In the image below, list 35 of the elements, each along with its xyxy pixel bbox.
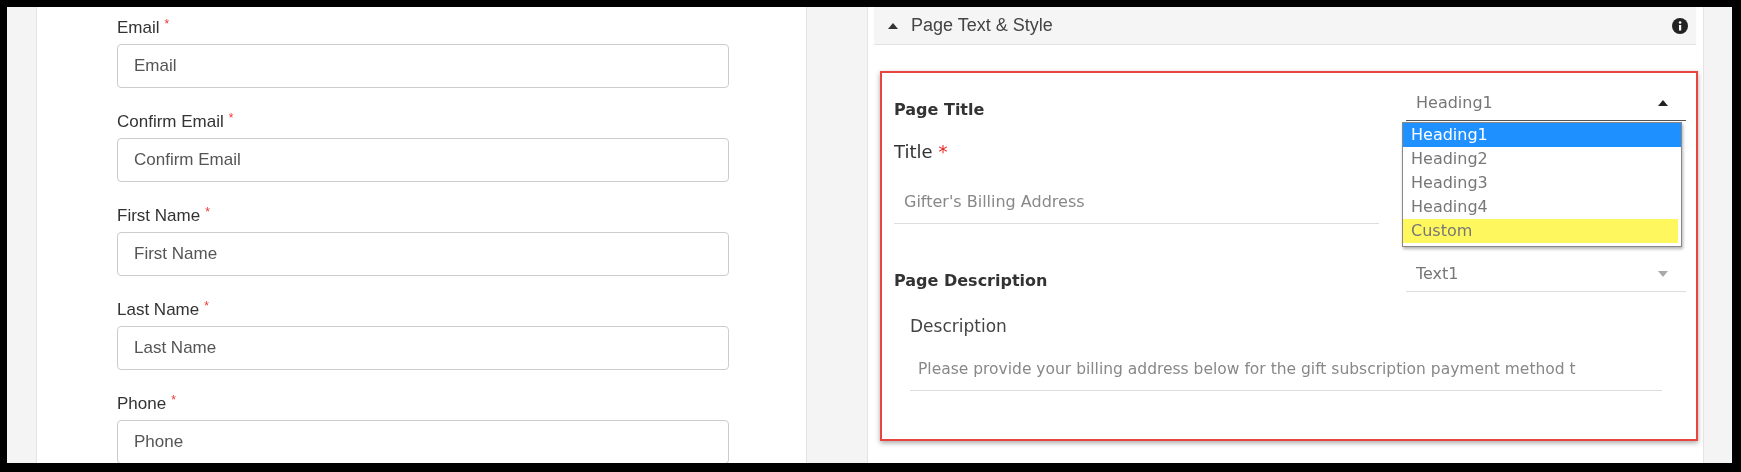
- caret-icon: [1658, 270, 1668, 277]
- style-select[interactable]: Heading1: [1406, 85, 1686, 121]
- required-mark: *: [204, 299, 209, 313]
- input-field[interactable]: Last Name: [117, 326, 729, 370]
- description-field[interactable]: Please provide your billing address below for the gift subscription payment method t: [910, 360, 1662, 391]
- dropdown-option[interactable]: Heading1: [1403, 123, 1681, 147]
- caret-icon: [1658, 99, 1668, 106]
- section-heading: Page Description: [894, 271, 1048, 290]
- required-mark: *: [171, 393, 176, 407]
- field-label: Email: [117, 18, 160, 37]
- field-label: First Name: [117, 206, 201, 225]
- info-icon[interactable]: [1672, 17, 1688, 34]
- required-mark: *: [938, 141, 948, 162]
- required-mark: *: [228, 111, 234, 125]
- dropdown-option[interactable]: Custom: [1403, 219, 1678, 243]
- caret-icon: [888, 22, 898, 29]
- required-mark: *: [205, 205, 210, 219]
- input-field[interactable]: Email: [117, 44, 729, 88]
- section-header[interactable]: Page Text & Style: [874, 7, 1696, 45]
- dropdown-option[interactable]: Heading2: [1403, 147, 1681, 171]
- section-heading: Page Title: [894, 100, 985, 119]
- input-field[interactable]: Phone: [117, 420, 729, 463]
- required-mark: *: [164, 17, 170, 31]
- section-title: Page Text & Style: [911, 15, 1054, 36]
- input-field[interactable]: First Name: [117, 232, 729, 276]
- field-label: Last Name: [117, 300, 200, 319]
- field-label: Confirm Email: [117, 112, 224, 131]
- field-label: Phone: [117, 394, 167, 413]
- dropdown-option[interactable]: Heading4: [1403, 195, 1681, 219]
- title-field[interactable]: Gifter's Billing Address: [894, 192, 1379, 224]
- input-field[interactable]: Confirm Email: [117, 138, 729, 182]
- dropdown-option[interactable]: Heading3: [1403, 171, 1681, 195]
- style-select[interactable]: Text1: [1406, 256, 1686, 292]
- field-label: Title: [894, 141, 933, 162]
- field-label: Description: [910, 316, 1007, 336]
